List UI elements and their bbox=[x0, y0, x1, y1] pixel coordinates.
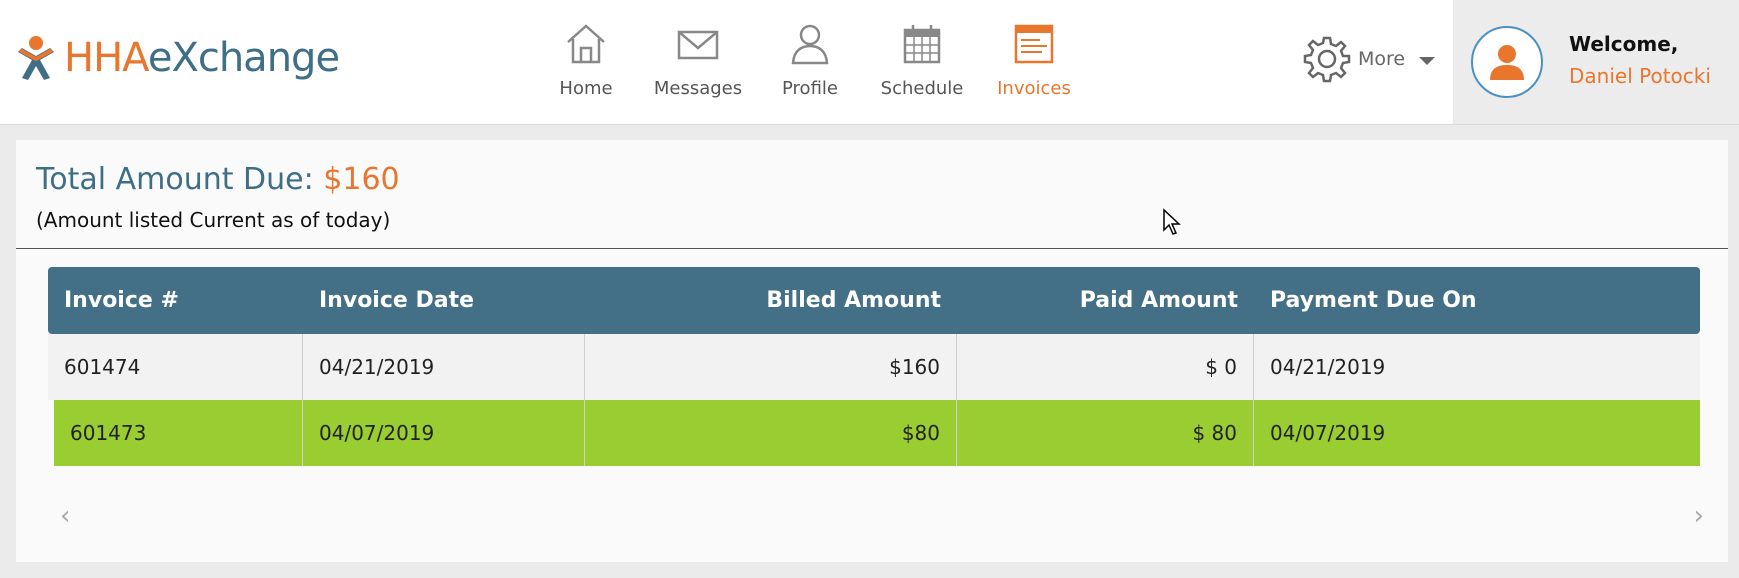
more-menu[interactable]: More bbox=[1302, 34, 1436, 84]
cell-invoice: 601473 bbox=[54, 400, 303, 466]
user-name[interactable]: Daniel Potocki bbox=[1569, 64, 1711, 88]
cell-billed: $160 bbox=[585, 334, 957, 400]
nav-invoices[interactable]: Invoices bbox=[978, 18, 1090, 108]
cell-billed: $80 bbox=[585, 400, 957, 466]
calendar-icon bbox=[903, 25, 941, 64]
nav-home-label: Home bbox=[559, 78, 613, 99]
total-amount: $160 bbox=[323, 162, 400, 197]
main-nav: Home Messages Profile Schedule Invoices bbox=[530, 18, 1090, 108]
header-billed-amount[interactable]: Billed Amount bbox=[585, 267, 957, 334]
user-icon bbox=[791, 24, 829, 65]
cell-date: 04/21/2019 bbox=[303, 334, 585, 400]
home-icon bbox=[567, 24, 605, 64]
chevron-down-icon bbox=[1419, 57, 1436, 65]
total-amount-due: Total Amount Due: $160 bbox=[36, 162, 400, 197]
cell-due: 04/21/2019 bbox=[1270, 355, 1386, 379]
mouse-cursor-icon bbox=[1163, 208, 1181, 235]
welcome-text: Welcome, bbox=[1569, 32, 1679, 56]
header-invoice-number[interactable]: Invoice # bbox=[48, 267, 303, 334]
user-panel: Welcome, Daniel Potocki bbox=[1453, 0, 1739, 124]
amount-note: (Amount listed Current as of today) bbox=[36, 208, 391, 232]
horizontal-scrollbar[interactable]: ‹ › bbox=[48, 501, 1708, 531]
scroll-right-icon[interactable]: › bbox=[1694, 501, 1704, 531]
nav-schedule-label: Schedule bbox=[880, 78, 964, 99]
nav-profile-label: Profile bbox=[782, 78, 838, 99]
top-header: HHAeXchange Home Messages Profile Schedu… bbox=[0, 0, 1739, 125]
nav-profile[interactable]: Profile bbox=[754, 18, 866, 108]
invoice-table: Invoice # Invoice Date Billed Amount Pai… bbox=[48, 267, 1700, 466]
nav-invoices-label: Invoices bbox=[997, 78, 1071, 99]
cell-invoice: 601474 bbox=[48, 334, 303, 400]
user-avatar-icon bbox=[1490, 45, 1524, 80]
invoices-card: Total Amount Due: $160 (Amount listed Cu… bbox=[16, 140, 1728, 562]
nav-messages[interactable]: Messages bbox=[642, 18, 754, 108]
divider bbox=[16, 248, 1728, 249]
cell-paid: $ 80 bbox=[957, 400, 1254, 466]
total-label: Total Amount Due: bbox=[36, 162, 314, 197]
nav-home[interactable]: Home bbox=[530, 18, 642, 108]
table-row[interactable]: 601473 04/07/2019 $80 $ 80 04/07/2019 bbox=[54, 400, 1700, 466]
scroll-left-icon[interactable]: ‹ bbox=[60, 501, 70, 531]
cell-due: 04/07/2019 bbox=[1270, 421, 1386, 445]
more-label: More bbox=[1358, 48, 1406, 70]
header-invoice-date[interactable]: Invoice Date bbox=[303, 267, 585, 334]
gear-icon bbox=[1303, 36, 1351, 83]
header-paid-amount[interactable]: Paid Amount bbox=[957, 267, 1254, 334]
envelope-icon bbox=[677, 30, 719, 60]
nav-schedule[interactable]: Schedule bbox=[866, 18, 978, 108]
avatar[interactable] bbox=[1471, 26, 1543, 98]
cell-paid: $ 0 bbox=[957, 334, 1254, 400]
cell-date: 04/07/2019 bbox=[303, 400, 585, 466]
logo-person-icon bbox=[18, 36, 54, 80]
table-header: Invoice # Invoice Date Billed Amount Pai… bbox=[48, 267, 1700, 334]
invoice-icon bbox=[1014, 24, 1054, 64]
header-payment-due-on[interactable]: Payment Due On bbox=[1254, 267, 1700, 334]
nav-messages-label: Messages bbox=[653, 78, 743, 99]
table-row[interactable]: 601474 04/21/2019 $160 $ 0 04/21/2019 bbox=[48, 334, 1700, 400]
logo-text: HHAeXchange bbox=[64, 35, 340, 81]
hhaexchange-logo[interactable]: HHAeXchange bbox=[14, 30, 340, 86]
